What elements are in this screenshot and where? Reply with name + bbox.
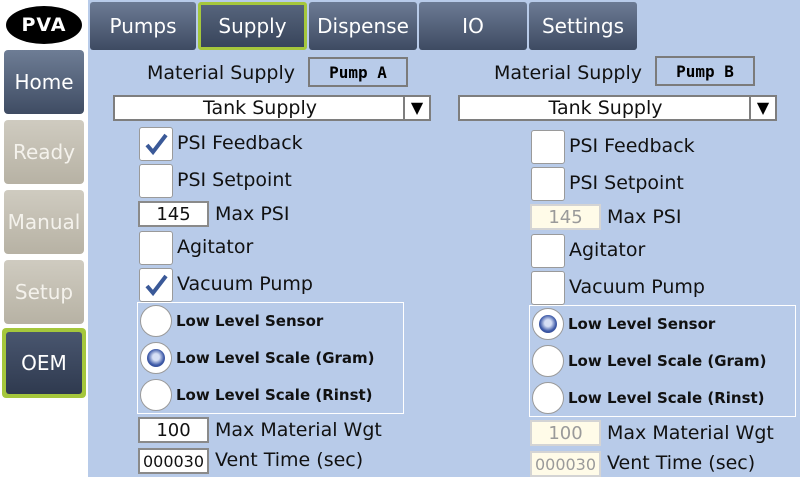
tab-pumps[interactable]: Pumps — [90, 2, 196, 50]
pump-b-supply-value: Tank Supply — [548, 97, 663, 119]
pump-a-low-level-sensor-label: Low Level Sensor — [176, 312, 324, 330]
pump-b-low-level-scale-gram-label: Low Level Scale (Gram) — [568, 352, 767, 370]
pump-b-max-material-wgt-input[interactable]: 100 — [530, 420, 601, 446]
pump-b-vent-time-input[interactable]: 000030 — [530, 451, 601, 477]
pump-a-supply-select[interactable]: Tank Supply ▼ — [113, 95, 431, 121]
tab-dispense[interactable]: Dispense — [309, 2, 417, 50]
pump-a-max-psi-label: Max PSI — [215, 203, 290, 225]
pump-b-max-material-wgt-label: Max Material Wgt — [607, 422, 774, 444]
pump-b-psi-feedback-checkbox[interactable] — [531, 130, 565, 164]
pump-a-psi-setpoint-label: PSI Setpoint — [177, 169, 292, 191]
pump-a-low-level-scale-gram-label: Low Level Scale (Gram) — [176, 349, 375, 367]
triangle-down-icon: ▼ — [403, 97, 429, 119]
pump-a-vacuum-pump-label: Vacuum Pump — [177, 273, 313, 295]
pump-a-max-material-wgt-input[interactable]: 100 — [138, 417, 209, 443]
pump-a-agitator-label: Agitator — [177, 236, 254, 258]
pump-a-psi-setpoint-checkbox[interactable] — [139, 164, 173, 198]
pump-b-low-level-scale-rinst-radio[interactable] — [532, 382, 564, 414]
nav-manual-button[interactable]: Manual — [4, 190, 84, 254]
pump-a-vacuum-pump-checkbox[interactable] — [139, 268, 173, 302]
pump-b-low-level-sensor-radio[interactable] — [532, 308, 564, 340]
pump-b-max-psi-input[interactable]: 145 — [530, 204, 601, 230]
pump-a-low-level-scale-rinst-radio[interactable] — [140, 379, 172, 411]
pva-logo: PVA — [6, 6, 82, 44]
pump-b-low-level-sensor-label: Low Level Sensor — [568, 315, 716, 333]
pump-a-psi-feedback-label: PSI Feedback — [177, 132, 303, 154]
pump-b-supply-select[interactable]: Tank Supply ▼ — [458, 95, 777, 121]
pump-a-name-field[interactable]: Pump A — [308, 57, 408, 87]
checkmark-icon — [145, 274, 168, 297]
nav-ready-button[interactable]: Ready — [4, 120, 84, 184]
pump-b-agitator-label: Agitator — [569, 239, 646, 261]
nav-oem-label: OEM — [6, 332, 82, 394]
tab-io[interactable]: IO — [419, 2, 527, 50]
nav-setup-button[interactable]: Setup — [4, 260, 84, 324]
radio-dot-icon — [539, 315, 557, 333]
pump-b-psi-setpoint-label: PSI Setpoint — [569, 172, 684, 194]
pump-a-vent-time-label: Vent Time (sec) — [215, 449, 364, 471]
pump-b-low-level-scale-rinst-label: Low Level Scale (Rinst) — [568, 389, 765, 407]
pump-a-low-level-scale-gram-radio[interactable] — [140, 342, 172, 374]
pump-b-vacuum-pump-label: Vacuum Pump — [569, 276, 705, 298]
pump-b-agitator-checkbox[interactable] — [531, 234, 565, 268]
pump-a-vent-time-input[interactable]: 000030 — [138, 448, 209, 474]
pump-b-vent-time-label: Vent Time (sec) — [607, 452, 756, 474]
pump-b-low-level-scale-gram-radio[interactable] — [532, 345, 564, 377]
pump-b-vacuum-pump-checkbox[interactable] — [531, 271, 565, 305]
checkmark-icon — [145, 133, 168, 156]
tab-supply[interactable]: Supply — [198, 2, 307, 50]
pump-a-max-material-wgt-label: Max Material Wgt — [215, 419, 382, 441]
pump-a-supply-value: Tank Supply — [203, 97, 317, 119]
pump-a-low-level-scale-rinst-label: Low Level Scale (Rinst) — [176, 386, 373, 404]
radio-dot-icon — [147, 349, 165, 367]
nav-oem-button[interactable]: OEM — [2, 328, 86, 398]
pump-b-name-field[interactable]: Pump B — [655, 56, 755, 86]
triangle-down-icon: ▼ — [749, 97, 775, 119]
pump-b-max-psi-label: Max PSI — [607, 206, 682, 228]
pump-a-psi-feedback-checkbox[interactable] — [139, 127, 173, 161]
pump-b-psi-setpoint-checkbox[interactable] — [531, 167, 565, 201]
pump-b-psi-feedback-label: PSI Feedback — [569, 135, 695, 157]
pump-a-agitator-checkbox[interactable] — [139, 231, 173, 265]
pump-a-low-level-sensor-radio[interactable] — [140, 305, 172, 337]
pump-a-material-supply-label: Material Supply — [147, 62, 295, 84]
tab-settings[interactable]: Settings — [529, 2, 637, 50]
pump-b-material-supply-label: Material Supply — [494, 62, 642, 84]
pump-a-max-psi-input[interactable]: 145 — [138, 201, 209, 227]
nav-home-button[interactable]: Home — [4, 50, 84, 114]
